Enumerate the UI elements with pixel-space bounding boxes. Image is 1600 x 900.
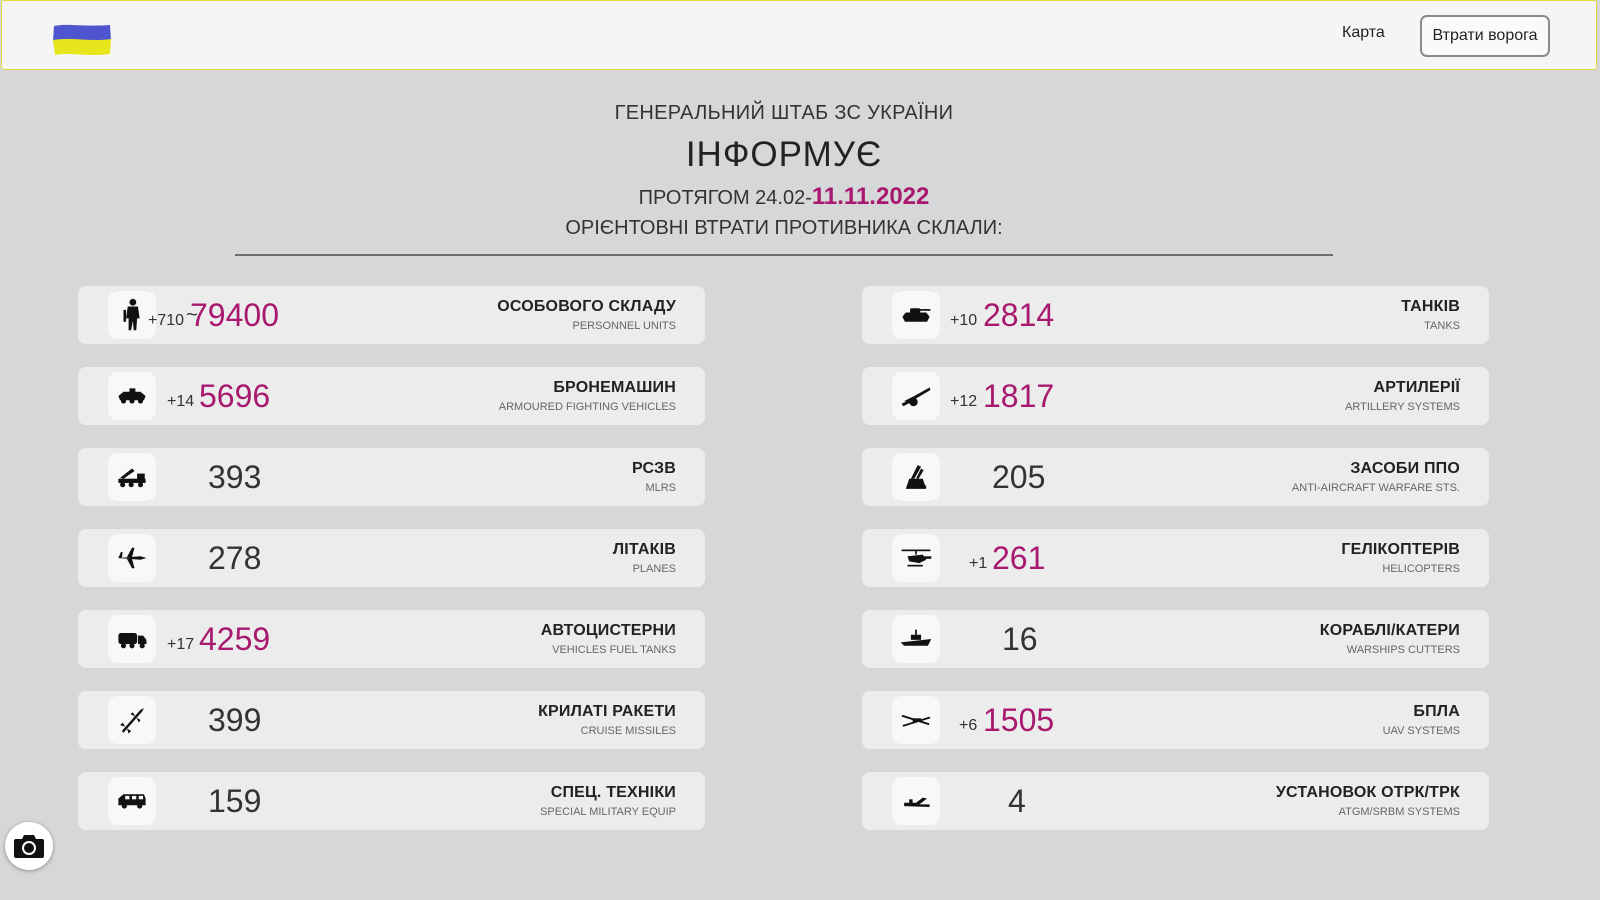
special-equip-sublabel: SPECIAL MILITARY EQUIP <box>540 806 676 818</box>
divider <box>235 254 1333 256</box>
general-staff-title: ГЕНЕРАЛЬНИЙ ШТАБ ЗС УКРАЇНИ <box>614 102 954 124</box>
planes-value: 278 <box>208 540 262 576</box>
mlrs-sublabel: MLRS <box>645 482 676 494</box>
personnel-value: 79400 <box>190 297 279 333</box>
helicopters-delta: +1 <box>969 555 988 572</box>
tank-icon <box>892 291 940 339</box>
stat-card-air-defense: 205 ЗАСОБИ ППО ANTI-AIRCRAFT WARFARE STS… <box>862 448 1489 506</box>
ukraine-flag-logo[interactable] <box>52 23 112 57</box>
helicopter-icon <box>892 534 940 582</box>
cruise-missiles-value: 399 <box>208 702 262 738</box>
planes-sublabel: PLANES <box>632 563 676 575</box>
artillery-value: 1817 <box>983 378 1055 414</box>
losses-subtitle: ОРІЄНТОВНІ ВТРАТИ ПРОТИВНИКА СКЛАЛИ: <box>565 217 1003 239</box>
tanks-sublabel: TANKS <box>1424 320 1460 332</box>
drone-icon <box>892 696 940 744</box>
planes-label: ЛІТАКІВ <box>612 541 676 558</box>
enemy-losses-button[interactable]: Втрати ворога <box>1420 15 1550 57</box>
cruise-missiles-label: КРИЛАТІ РАКЕТИ <box>538 703 676 720</box>
map-link[interactable]: Карта <box>1342 24 1385 42</box>
stat-card-special-equip: 159 СПЕЦ. ТЕХНІКИ SPECIAL MILITARY EQUIP <box>78 772 705 830</box>
artillery-icon <box>892 372 940 420</box>
special-equip-value: 159 <box>208 783 262 819</box>
period-prefix: ПРОТЯГОМ 24.02- <box>638 187 812 209</box>
warships-value: 16 <box>1002 621 1038 657</box>
helicopters-value: 261 <box>992 540 1046 576</box>
stat-card-planes: 278 ЛІТАКІВ PLANES <box>78 529 705 587</box>
srbm-label: УСТАНОВОК ОТРК/ТРК <box>1275 784 1460 801</box>
srbm-value: 4 <box>1008 783 1026 819</box>
stat-card-uav: +6 1505 БПЛА UAV SYSTEMS <box>862 691 1489 749</box>
top-navbar: Карта Втрати ворога <box>1 0 1597 70</box>
stat-card-cruise-missiles: 399 КРИЛАТІ РАКЕТИ CRUISE MISSILES <box>78 691 705 749</box>
stat-card-personnel: +710 ~ 79400 ОСОБОВОГО СКЛАДУ PERSONNEL … <box>78 286 705 344</box>
stat-card-fuel-tanks: +17 4259 АВТОЦИСТЕРНИ VEHICLES FUEL TANK… <box>78 610 705 668</box>
helicopters-sublabel: HELICOPTERS <box>1382 563 1460 575</box>
tanks-label: ТАНКІВ <box>1401 298 1460 315</box>
cruise-missiles-sublabel: CRUISE MISSILES <box>580 725 676 737</box>
armoured-sublabel: ARMOURED FIGHTING VEHICLES <box>498 401 676 413</box>
stat-card-warships: 16 КОРАБЛІ/КАТЕРИ WARSHIPS CUTTERS <box>862 610 1489 668</box>
air-defense-value: 205 <box>992 459 1046 495</box>
tanks-value: 2814 <box>983 297 1055 333</box>
air-defense-icon <box>892 453 940 501</box>
stat-card-helicopters: +1 261 ГЕЛІКОПТЕРІВ HELICOPTERS <box>862 529 1489 587</box>
stat-card-artillery: +12 1817 АРТИЛЕРІЇ ARTILLERY SYSTEMS <box>862 367 1489 425</box>
air-defense-label: ЗАСОБИ ППО <box>1350 460 1460 477</box>
tanks-delta: +10 <box>950 312 978 329</box>
mlrs-icon <box>108 453 156 501</box>
cruise-missile-icon <box>108 696 156 744</box>
screenshot-button[interactable] <box>5 822 53 870</box>
artillery-sublabel: ARTILLERY SYSTEMS <box>1345 401 1460 413</box>
armoured-value: 5696 <box>199 378 271 414</box>
artillery-label: АРТИЛЕРІЇ <box>1373 379 1460 396</box>
uav-delta: +6 <box>959 717 978 734</box>
mlrs-label: РСЗВ <box>632 460 676 477</box>
uav-value: 1505 <box>983 702 1055 738</box>
warships-label: КОРАБЛІ/КАТЕРИ <box>1319 622 1460 639</box>
warship-icon <box>892 615 940 663</box>
personnel-label: ОСОБОВОГО СКЛАДУ <box>497 298 676 315</box>
armoured-delta: +14 <box>167 393 195 410</box>
fuel-tanks-label: АВТОЦИСТЕРНИ <box>540 622 676 639</box>
special-vehicle-icon <box>108 777 156 825</box>
helicopters-label: ГЕЛІКОПТЕРІВ <box>1341 541 1460 558</box>
camera-icon <box>14 835 44 858</box>
fuel-tanks-sublabel: VEHICLES FUEL TANKS <box>552 644 676 656</box>
period-date: 11.11.2022 <box>811 183 930 210</box>
special-equip-label: СПЕЦ. ТЕХНІКИ <box>550 784 676 801</box>
period-line: ПРОТЯГОМ 24.02-11.11.2022 <box>0 183 1568 211</box>
personnel-delta: +710 <box>148 312 185 329</box>
personnel-sublabel: PERSONNEL UNITS <box>572 320 676 332</box>
stat-card-armoured: +14 5696 БРОНЕМАШИН ARMOURED FIGHTING VE… <box>78 367 705 425</box>
air-defense-sublabel: ANTI-AIRCRAFT WARFARE STS. <box>1291 482 1460 494</box>
stat-card-mlrs: 393 РСЗВ MLRS <box>78 448 705 506</box>
plane-icon <box>108 534 156 582</box>
uav-label: БПЛА <box>1413 703 1460 720</box>
fuel-truck-icon <box>108 615 156 663</box>
warships-sublabel: WARSHIPS CUTTERS <box>1346 644 1460 656</box>
fuel-tanks-value: 4259 <box>199 621 271 657</box>
armoured-label: БРОНЕМАШИН <box>553 379 676 396</box>
mlrs-value: 393 <box>208 459 262 495</box>
uav-sublabel: UAV SYSTEMS <box>1382 725 1460 737</box>
artillery-delta: +12 <box>950 393 978 410</box>
stat-card-tanks: +10 2814 ТАНКІВ TANKS <box>862 286 1489 344</box>
informs-title: ІНФОРМУЄ <box>685 135 883 174</box>
srbm-sublabel: ATGM/SRBM SYSTEMS <box>1338 806 1460 818</box>
armored-vehicle-icon <box>108 372 156 420</box>
fuel-tanks-delta: +17 <box>167 636 195 653</box>
srbm-launcher-icon <box>892 777 940 825</box>
stat-card-srbm: 4 УСТАНОВОК ОТРК/ТРК ATGM/SRBM SYSTEMS <box>862 772 1489 830</box>
